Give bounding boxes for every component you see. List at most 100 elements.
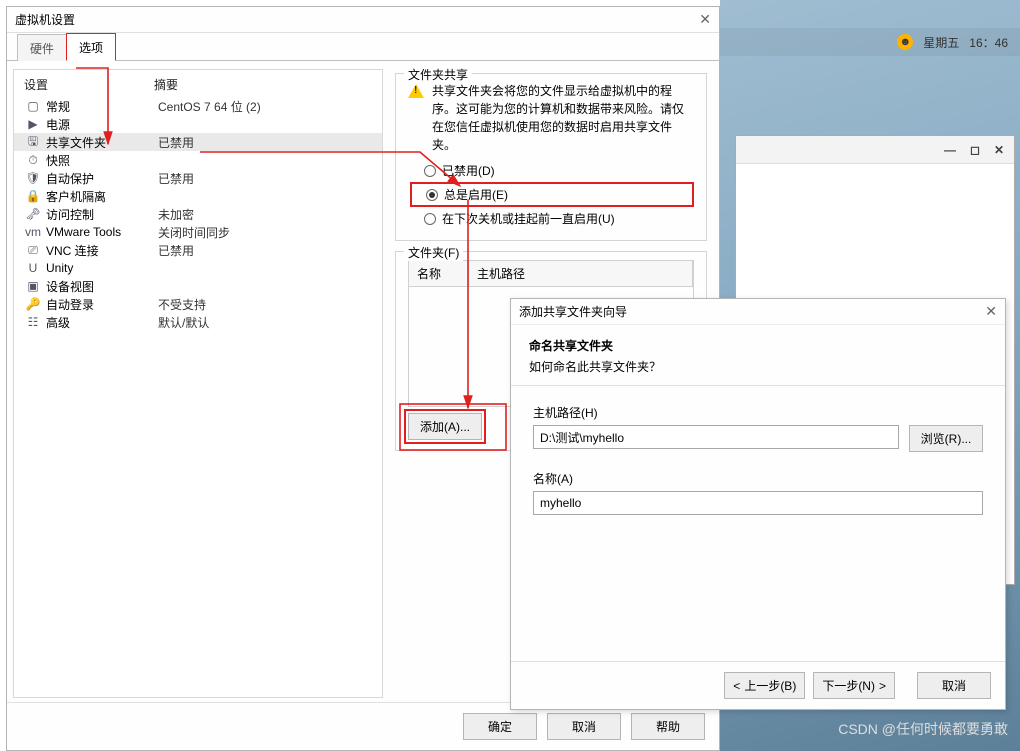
time-label: 16：46 (969, 34, 1008, 51)
settings-row[interactable]: ⏱ 快照 (14, 151, 382, 169)
setting-summary: 已禁用 (158, 170, 194, 187)
setting-icon: 🗝 (24, 207, 42, 221)
radio-disabled[interactable]: 已禁用(D) (424, 162, 694, 179)
setting-icon: ▣ (24, 279, 42, 293)
radio-always-enabled[interactable]: 总是启用(E) (410, 182, 694, 207)
warning-text: 共享文件夹会将您的文件显示给虚拟机中的程序。这可能为您的计算机和数据带来风险。请… (432, 82, 694, 154)
setting-name: 共享文件夹 (46, 134, 154, 151)
wizard-header: 命名共享文件夹 如何命名此共享文件夹？ (511, 325, 1005, 386)
setting-name: 高级 (46, 314, 154, 331)
name-input[interactable] (533, 491, 983, 515)
wizard-heading: 命名共享文件夹 (529, 337, 987, 354)
settings-row[interactable]: ⎚VNC 连接已禁用 (14, 241, 382, 259)
radio-icon (424, 165, 436, 177)
host-path-input[interactable] (533, 425, 899, 449)
wizard-titlebar: 添加共享文件夹向导 ✕ (511, 299, 1005, 325)
settings-row[interactable]: vm VMware Tools 关闭时间同步 (14, 223, 382, 241)
sharing-warning: 共享文件夹会将您的文件显示给虚拟机中的程序。这可能为您的计算机和数据带来风险。请… (408, 82, 694, 154)
setting-icon: ⏱ (24, 153, 42, 168)
tab-hardware[interactable]: 硬件 (17, 34, 67, 61)
close-icon[interactable]: ✕ (699, 11, 711, 28)
radio-label: 在下次关机或挂起前一直启用(U) (442, 210, 615, 227)
setting-icon: U (24, 261, 42, 275)
close-icon[interactable]: ✕ (985, 303, 997, 320)
setting-name: 自动登录 (46, 296, 154, 313)
watermark: CSDN @任何时候都要勇敢 (838, 719, 1008, 739)
chevron-left-icon: < (733, 679, 740, 693)
settings-row[interactable]: ☷ 高级默认/默认 (14, 313, 382, 331)
setting-icon: 🔒 (24, 189, 42, 203)
face-icon: ☻ (897, 34, 913, 50)
group-title: 文件夹共享 (404, 66, 472, 83)
maximize-icon[interactable]: ◻ (970, 143, 980, 157)
name-label: 名称(A) (533, 470, 983, 487)
radio-label: 总是启用(E) (444, 186, 508, 203)
settings-list: 设置 摘要 ▢常规CentOS 7 64 位 (2)▶电源🖫共享文件夹已禁用⏱快… (13, 69, 383, 698)
wizard-subheading: 如何命名此共享文件夹？ (529, 358, 987, 375)
chevron-right-icon: > (879, 679, 886, 693)
settings-row[interactable]: 🖫共享文件夹已禁用 (14, 133, 382, 151)
next-button[interactable]: 下一步(N)> (813, 672, 895, 699)
radio-icon (426, 189, 438, 201)
host-path-label: 主机路径(H) (533, 404, 983, 421)
setting-name: 设备视图 (46, 278, 154, 295)
setting-summary: CentOS 7 64 位 (2) (158, 98, 261, 115)
setting-name: VMware Tools (46, 225, 154, 239)
tab-bar: 硬件 选项 (7, 33, 719, 61)
settings-row[interactable]: ▶ 电源 (14, 115, 382, 133)
setting-icon: ▶ (24, 117, 42, 131)
dialog-title: 虚拟机设置 (15, 11, 75, 28)
setting-name: 常规 (46, 98, 154, 115)
browse-button[interactable]: 浏览(R)... (909, 425, 983, 452)
ok-button[interactable]: 确定 (463, 713, 537, 740)
wizard-body: 主机路径(H) 浏览(R)... 名称(A) (511, 386, 1005, 661)
wizard-title: 添加共享文件夹向导 (519, 303, 627, 320)
day-label: 星期五 (923, 34, 959, 51)
dialog-titlebar: 虚拟机设置 ✕ (7, 7, 719, 33)
setting-name: VNC 连接 (46, 242, 154, 259)
setting-icon: 🔑 (24, 297, 42, 311)
setting-icon: ▢ (24, 99, 42, 113)
warning-icon (408, 84, 424, 98)
folder-sharing-group: 文件夹共享 共享文件夹会将您的文件显示给虚拟机中的程序。这可能为您的计算机和数据… (395, 73, 707, 241)
settings-row[interactable]: 🛡 自动保护已禁用 (14, 169, 382, 187)
radio-icon (424, 213, 436, 225)
group-title: 文件夹(F) (404, 244, 463, 261)
setting-summary: 未加密 (158, 206, 194, 223)
setting-icon: vm (24, 225, 42, 239)
help-button[interactable]: 帮助 (631, 713, 705, 740)
col-name: 名称 (409, 261, 469, 286)
setting-summary: 不受支持 (158, 296, 206, 313)
setting-icon: 🛡 (24, 171, 42, 185)
col-summary: 摘要 (154, 76, 178, 93)
wizard-button-bar: <上一步(B) 下一步(N)> 取消 (511, 661, 1005, 709)
folders-table-header: 名称 主机路径 (408, 260, 694, 287)
settings-row[interactable]: 🗝访问控制未加密 (14, 205, 382, 223)
minimize-icon[interactable]: ― (944, 143, 956, 157)
col-settings: 设置 (24, 76, 154, 93)
setting-name: 客户机隔离 (46, 188, 154, 205)
settings-row[interactable]: 🔒 客户机隔离 (14, 187, 382, 205)
cancel-button[interactable]: 取消 (547, 713, 621, 740)
col-path: 主机路径 (469, 261, 693, 286)
settings-row[interactable]: 🔑 自动登录不受支持 (14, 295, 382, 313)
back-button[interactable]: <上一步(B) (724, 672, 805, 699)
desktop-topbar: ☻ 星期五 16：46 (720, 28, 1020, 56)
radio-until-shutdown[interactable]: 在下次关机或挂起前一直启用(U) (424, 210, 694, 227)
setting-summary: 关闭时间同步 (158, 224, 230, 241)
setting-name: 电源 (46, 116, 154, 133)
setting-summary: 默认/默认 (158, 314, 209, 331)
setting-icon: ☷ (24, 315, 42, 329)
add-folder-button[interactable]: 添加(A)... (408, 413, 482, 440)
setting-name: 自动保护 (46, 170, 154, 187)
cancel-button[interactable]: 取消 (917, 672, 991, 699)
tab-options[interactable]: 选项 (66, 33, 116, 61)
settings-row[interactable]: ▣ 设备视图 (14, 277, 382, 295)
close-icon[interactable]: ✕ (994, 143, 1004, 157)
setting-icon: 🖫 (24, 132, 42, 153)
settings-row[interactable]: U Unity (14, 259, 382, 277)
add-shared-folder-wizard: 添加共享文件夹向导 ✕ 命名共享文件夹 如何命名此共享文件夹？ 主机路径(H) … (510, 298, 1006, 710)
settings-row[interactable]: ▢ 常规CentOS 7 64 位 (2) (14, 97, 382, 115)
setting-name: Unity (46, 261, 154, 275)
setting-name: 快照 (46, 152, 154, 169)
